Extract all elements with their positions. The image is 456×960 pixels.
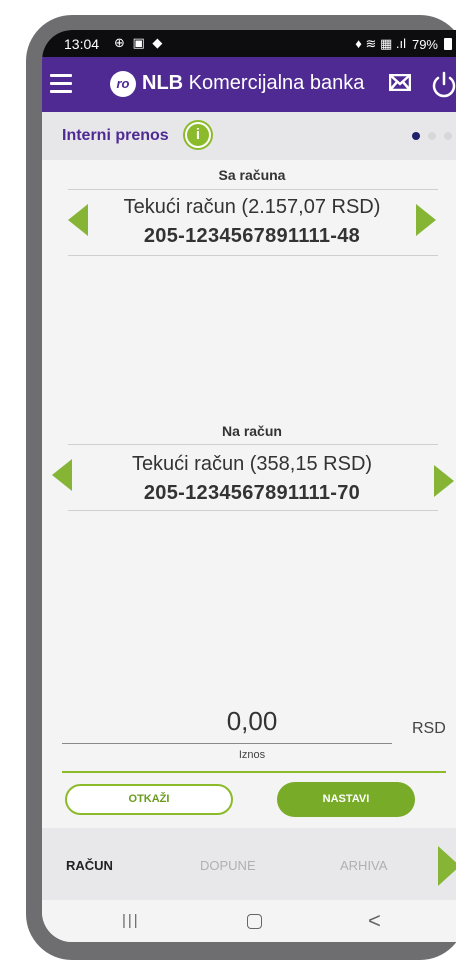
page-title: Interni prenos bbox=[62, 127, 169, 144]
recents-icon[interactable]: ||| bbox=[122, 912, 140, 929]
amount-underline bbox=[62, 743, 392, 744]
from-account-label: Sa računa bbox=[218, 167, 286, 183]
status-right: ♦ ≋ ▦ .ıl 79% bbox=[355, 36, 452, 52]
brand-rest: Komercijalna banka bbox=[183, 72, 365, 94]
battery-level: 79% bbox=[411, 36, 438, 52]
tab-arhiva[interactable]: ARHIVA bbox=[340, 858, 387, 873]
back-icon[interactable]: < bbox=[368, 908, 381, 934]
menu-icon[interactable] bbox=[50, 74, 72, 93]
title-strip: Interni prenos i bbox=[42, 112, 456, 160]
from-account-number[interactable]: 205-1234567891111-48 bbox=[42, 225, 456, 248]
app-bar: ro NLB Komercijalna banka bbox=[42, 57, 456, 112]
home-icon[interactable] bbox=[247, 914, 262, 929]
green-divider bbox=[62, 771, 446, 773]
power-icon[interactable] bbox=[430, 71, 456, 99]
next-button[interactable]: NASTAVI bbox=[277, 782, 415, 817]
tabs-next-arrow-icon[interactable] bbox=[438, 846, 456, 886]
step-dot bbox=[444, 132, 452, 140]
bottom-tabs: RAČUN DOPUNE ARHIVA bbox=[42, 828, 456, 900]
amount-label: Iznos bbox=[238, 749, 266, 761]
logo-icon: ro bbox=[110, 71, 136, 97]
status-time: 13:04 bbox=[64, 36, 100, 52]
amount-input[interactable]: 0,00 bbox=[192, 706, 312, 737]
battery-icon bbox=[444, 38, 452, 50]
cancel-button[interactable]: OTKAŽI bbox=[65, 784, 233, 815]
divider bbox=[68, 255, 438, 256]
tab-racun[interactable]: RAČUN bbox=[66, 858, 113, 873]
to-account-number[interactable]: 205-1234567891111-70 bbox=[42, 482, 456, 505]
step-dot-active bbox=[412, 132, 420, 140]
brand-bold: NLB bbox=[142, 72, 184, 94]
info-icon[interactable]: i bbox=[185, 122, 211, 148]
signal-icons: ♦ ≋ ▦ .ıl bbox=[355, 36, 406, 51]
step-indicator bbox=[412, 132, 452, 140]
from-next-arrow-icon[interactable] bbox=[416, 204, 436, 236]
phone-screen: 13:04 ⊕ ▣ ◆ ♦ ≋ ▦ .ıl 79% ro NLB Komerci… bbox=[42, 30, 456, 942]
divider bbox=[68, 189, 438, 190]
system-nav-bar: ||| < bbox=[42, 900, 456, 942]
to-account-name[interactable]: Tekući račun (358,15 RSD) bbox=[42, 453, 456, 476]
status-bar: 13:04 ⊕ ▣ ◆ ♦ ≋ ▦ .ıl 79% bbox=[42, 30, 456, 57]
brand-name: NLB Komercijalna banka bbox=[142, 72, 364, 95]
mail-icon[interactable] bbox=[389, 74, 411, 91]
to-account-label: Na račun bbox=[222, 423, 282, 439]
amount-currency: RSD bbox=[412, 720, 446, 737]
to-next-arrow-icon[interactable] bbox=[434, 465, 454, 497]
divider bbox=[68, 444, 438, 445]
from-account-name[interactable]: Tekući račun (2.157,07 RSD) bbox=[42, 196, 456, 219]
notification-icons: ⊕ ▣ ◆ bbox=[114, 35, 165, 50]
step-dot bbox=[428, 132, 436, 140]
tab-dopune[interactable]: DOPUNE bbox=[200, 858, 256, 873]
divider bbox=[68, 510, 438, 511]
